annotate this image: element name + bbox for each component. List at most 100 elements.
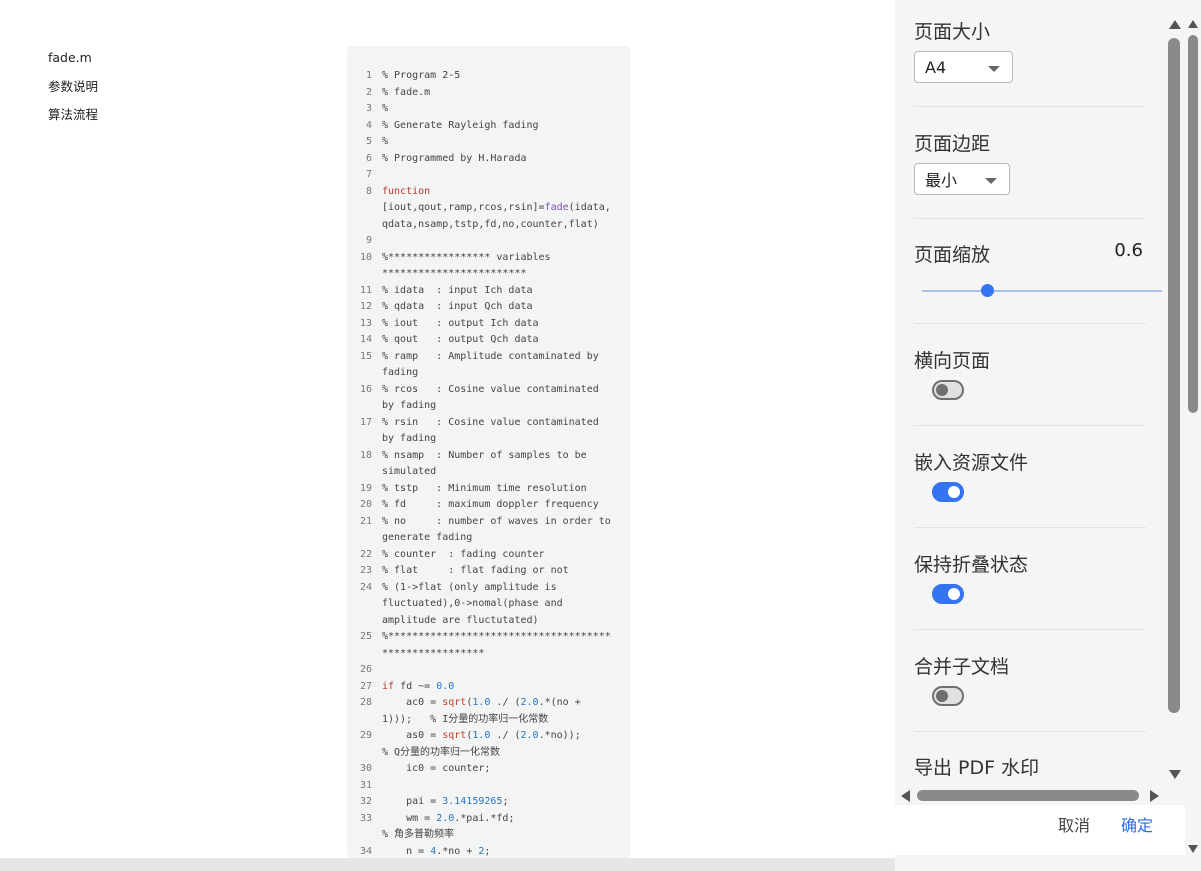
line-number: 31 — [359, 779, 372, 791]
scroll-down-arrow-icon[interactable] — [1188, 845, 1198, 853]
pdf-watermark-section: 导出 PDF 水印 — [914, 753, 1146, 783]
line-number: 7 — [365, 169, 372, 180]
code-line: 15 % ramp : Amplitude contaminated by fad… — [347, 349, 630, 382]
landscape-label: 横向页面 — [914, 350, 991, 372]
code-text: % tstp : Minimum time resolution — [382, 482, 587, 494]
divider — [914, 323, 1146, 324]
settings-scroll-area: 页面大小 A4 页面边距 最小 页面缩放 0.6 横向页面 嵌入资源文件 保持折… — [895, 0, 1165, 785]
panel-vertical-scrollbar[interactable] — [1165, 10, 1185, 785]
code-text: % (1->flat (only amplitude is fluctuated… — [382, 581, 563, 626]
code-text: % — [382, 136, 389, 147]
merge-subdocs-toggle[interactable] — [932, 686, 964, 706]
line-number: 4 — [365, 119, 372, 131]
line-number: 28 — [359, 697, 372, 708]
code-line: 11 % idata : input Ich data — [347, 283, 630, 300]
merge-subdocs-label: 合并子文档 — [914, 656, 1010, 678]
page-zoom-slider[interactable] — [922, 284, 1162, 298]
code-line: 21 % no : number of waves in order to gen… — [347, 514, 630, 547]
keep-collapsed-toggle[interactable] — [932, 584, 964, 604]
line-number: 10 — [359, 251, 372, 263]
code-line: 22 % counter : fading counter — [347, 547, 630, 564]
scroll-up-arrow-icon[interactable] — [1169, 20, 1181, 29]
page-margin-section: 页面边距 最小 — [914, 129, 1146, 199]
code-line: 25 %*************************************… — [347, 629, 630, 662]
code-line: 8 function [iout,qout,ramp,rcos,rsin]=fad… — [347, 184, 630, 234]
scrollbar-thumb[interactable] — [1188, 35, 1198, 413]
scroll-right-arrow-icon[interactable] — [1150, 790, 1159, 802]
divider — [914, 629, 1146, 630]
page-size-select[interactable]: A4 — [914, 51, 1013, 83]
code-text: % Programmed by H.Harada — [382, 152, 527, 164]
line-number: 18 — [359, 449, 372, 461]
ok-button[interactable]: 确定 — [1121, 812, 1153, 836]
document-bottom-edge — [0, 858, 895, 871]
page-margin-label: 页面边距 — [914, 133, 991, 155]
cancel-button[interactable]: 取消 — [1058, 812, 1090, 836]
slider-thumb[interactable] — [980, 284, 994, 297]
page-zoom-label: 页面缩放 — [914, 244, 991, 266]
slider-track — [922, 290, 1162, 292]
code-line: 23 % flat : flat fading or not — [347, 563, 630, 580]
code-text: % rsin : Cosine value contaminated by fa… — [382, 416, 599, 445]
pdf-watermark-label: 导出 PDF 水印 — [914, 757, 1040, 779]
code-line: 17 % rsin : Cosine value contaminated by … — [347, 415, 630, 448]
code-text: % fd : maximum doppler frequency — [382, 499, 599, 510]
code-line: 33 wm = 2.0.*pai.*fd; % 角多普勒频率 — [347, 811, 630, 844]
toc-item-fade-m[interactable]: fade.m — [48, 48, 98, 77]
line-number: 22 — [359, 548, 372, 560]
embed-resources-toggle[interactable] — [932, 482, 964, 502]
line-number: 29 — [359, 730, 372, 741]
code-text: % qdata : input Qch data — [382, 301, 533, 312]
scroll-down-arrow-icon[interactable] — [1169, 770, 1181, 779]
code-text: % — [382, 103, 389, 114]
code-text: ac0 = sqrt(1.0 ./ (2.0.*(no + 1))); % I分… — [382, 697, 581, 725]
landscape-toggle[interactable] — [932, 380, 964, 400]
code-text: % nsamp : Number of samples to be simula… — [382, 449, 587, 478]
code-line: 1 % Program 2-5 — [347, 68, 630, 85]
line-number: 21 — [359, 515, 372, 527]
divider — [914, 527, 1146, 528]
code-lines: 1% Program 2-5 2% fade.m 3% 4% Generate Ray… — [347, 68, 630, 858]
scrollbar-thumb[interactable] — [1168, 38, 1180, 713]
code-text: % fade.m — [382, 86, 431, 98]
code-text: if fd ~= 0.0 — [382, 680, 455, 692]
line-number: 9 — [365, 235, 372, 246]
toggle-knob — [936, 384, 948, 396]
keep-collapsed-section: 保持折叠状态 — [914, 550, 1146, 610]
panel-horizontal-scrollbar[interactable] — [895, 785, 1165, 805]
line-number: 3 — [365, 103, 372, 114]
divider — [914, 106, 1146, 107]
code-line: 18 % nsamp : Number of samples to be simu… — [347, 448, 630, 481]
line-number: 25 — [359, 631, 372, 642]
window-vertical-scrollbar[interactable] — [1185, 0, 1201, 871]
code-line: 31 — [347, 778, 630, 795]
code-line: 32 pai = 3.14159265; — [347, 794, 630, 811]
line-number: 27 — [359, 680, 372, 692]
toc-item-algorithm[interactable]: 算法流程 — [48, 105, 98, 134]
page-size-label: 页面大小 — [914, 21, 991, 43]
line-number: 19 — [359, 482, 372, 494]
export-settings-panel: 页面大小 A4 页面边距 最小 页面缩放 0.6 横向页面 嵌入资源文件 保持折… — [895, 0, 1201, 871]
code-line: 26 — [347, 662, 630, 679]
code-line: 12 % qdata : input Qch data — [347, 299, 630, 316]
landscape-section: 横向页面 — [914, 346, 1146, 406]
code-line: 16 % rcos : Cosine value contaminated by … — [347, 382, 630, 415]
code-line: 7 — [347, 167, 630, 184]
scroll-up-arrow-icon[interactable] — [1188, 20, 1198, 28]
line-number: 2 — [365, 86, 372, 98]
scroll-left-arrow-icon[interactable] — [901, 790, 910, 802]
code-text: % rcos : Cosine value contaminated by fa… — [382, 383, 599, 412]
code-line: 14 % qout : output Qch data — [347, 332, 630, 349]
divider — [914, 425, 1146, 426]
code-text: function [iout,qout,ramp,rcos,rsin]=fade… — [382, 185, 611, 230]
page-margin-select[interactable]: 最小 — [914, 163, 1010, 195]
code-text: % idata : input Ich data — [382, 284, 533, 296]
code-line: 10 %***************** variables *********… — [347, 250, 630, 283]
scrollbar-thumb[interactable] — [917, 790, 1139, 801]
page-zoom-value: 0.6 — [1114, 240, 1143, 261]
line-number: 24 — [359, 581, 372, 593]
code-line: 2 % fade.m — [347, 85, 630, 102]
toc-item-params[interactable]: 参数说明 — [48, 77, 98, 106]
